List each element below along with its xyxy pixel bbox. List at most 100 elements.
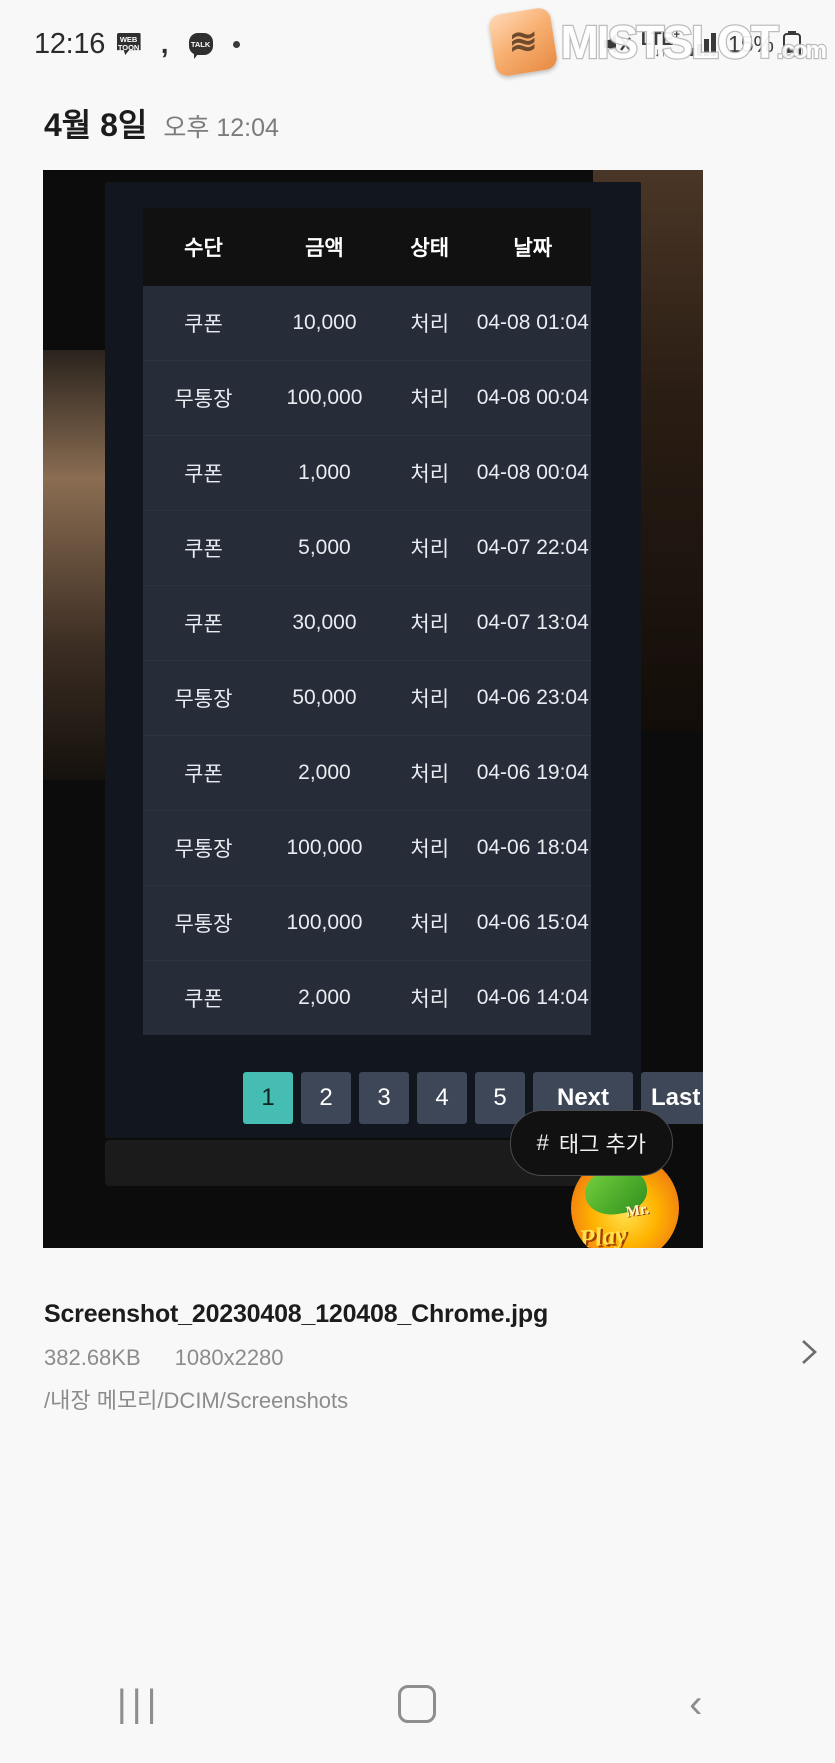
cell-date: 04-06 14:04 [474,960,591,1035]
cell-amount: 30,000 [263,585,385,661]
cell-date: 04-07 13:04 [474,585,591,661]
table-header-row: 수단 금액 상태 날짜 [143,208,591,286]
page-button-1[interactable]: 1 [243,1072,293,1124]
cell-amount: 100,000 [263,810,385,886]
table-row: 쿠폰 2,000 처리 04-06 14:04 [143,960,591,1035]
cell-amount: 100,000 [263,360,385,436]
table-row: 쿠폰 30,000 처리 04-07 13:04 [143,585,591,661]
cell-amount: 1,000 [263,435,385,511]
cell-method: 쿠폰 [143,585,264,661]
home-icon [398,1685,437,1723]
cell-status: 처리 [384,810,475,886]
status-bar-left: 12:16 WEB TOON , TALK [34,28,249,61]
table-row: 무통장 50,000 처리 04-06 23:04 [143,660,591,736]
cell-status: 처리 [384,885,475,961]
payment-table: 수단 금액 상태 날짜 쿠폰 10,000 처리 04-08 01:04 무통장 100,… [143,208,591,1035]
table-row: 무통장 100,000 처리 04-06 15:04 [143,885,591,961]
table-row: 쿠폰 2,000 처리 04-06 19:04 [143,735,591,811]
cell-date: 04-06 23:04 [474,660,591,736]
file-info: Screenshot_20230408_120408_Chrome.jpg 38… [44,1300,744,1415]
cell-method: 무통장 [143,885,264,961]
cell-method: 무통장 [143,810,264,886]
add-tag-label: 태그 추가 [558,1132,646,1157]
cell-method: 무통장 [143,660,264,736]
file-name: Screenshot_20230408_120408_Chrome.jpg [44,1300,549,1328]
battery-percent: 15% [727,30,774,57]
network-plus: + [673,29,680,41]
table-row: 쿠폰 1,000 처리 04-08 00:04 [143,435,591,511]
screen-root: 12:16 WEB TOON , TALK LTE+ ↓↑ 15% ≋ MIST… [0,0,835,1763]
status-bar-right: LTE+ ↓↑ 15% [602,30,801,58]
recents-icon: ||| [116,1682,162,1725]
battery-icon [783,31,801,57]
table-row: 무통장 100,000 처리 04-08 00:04 [143,360,591,436]
home-button[interactable] [357,1664,477,1744]
cell-status: 처리 [384,435,475,511]
cell-date: 04-08 01:04 [474,286,591,361]
mute-icon [602,31,632,57]
cell-date: 04-06 18:04 [474,810,591,886]
column-header-amount: 금액 [263,208,385,286]
cell-method: 쿠폰 [143,286,264,361]
add-tag-button[interactable]: # 태그 추가 [509,1110,673,1176]
page-button-3[interactable]: 3 [359,1072,409,1124]
system-navigation-bar: ||| ‹ [0,1645,835,1763]
cell-status: 처리 [384,660,475,736]
photo-preview[interactable]: 수단 금액 상태 날짜 쿠폰 10,000 처리 04-08 01:04 무통장 100,… [43,170,703,1248]
status-clock: 12:16 [34,27,106,60]
comma-icon: , [160,28,169,60]
page-button-2[interactable]: 2 [301,1072,351,1124]
date-label: 4월 8일 [44,107,148,143]
status-bar: 12:16 WEB TOON , TALK LTE+ ↓↑ 15% [0,0,835,88]
cell-date: 04-06 15:04 [474,885,591,961]
cell-amount: 100,000 [263,885,385,961]
cell-amount: 50,000 [263,660,385,736]
cell-status: 처리 [384,360,475,436]
cell-method: 쿠폰 [143,510,264,586]
cell-status: 처리 [384,286,475,361]
cell-amount: 10,000 [263,286,385,361]
file-size: 382.68KB [44,1345,141,1370]
cell-method: 무통장 [143,360,264,436]
payment-table-wrapper: 수단 금액 상태 날짜 쿠폰 10,000 처리 04-08 01:04 무통장 100,… [143,208,703,1124]
table-header: 수단 금액 상태 날짜 [143,208,591,286]
file-path: /내장 메모리/DCIM/Screenshots [44,1388,349,1413]
talk-icon: TALK [188,32,213,59]
cell-date: 04-06 19:04 [474,735,591,811]
cell-amount: 5,000 [263,510,385,586]
back-icon: ‹ [689,1681,703,1726]
column-header-status: 상태 [384,208,475,286]
page-button-5[interactable]: 5 [475,1072,525,1124]
file-meta: 382.68KB 1080x2280 [44,1345,744,1371]
back-button[interactable]: ‹ [636,1664,756,1744]
column-header-date: 날짜 [474,208,591,286]
time-label: 오후 12:04 [163,114,279,142]
webtoon-icon-glyph: WEB TOON [116,33,141,55]
thumbnail-brand-small: Mr. [625,1200,651,1221]
cell-amount: 2,000 [263,735,385,811]
cell-date: 04-08 00:04 [474,360,591,436]
cell-date: 04-07 22:04 [474,510,591,586]
recents-button[interactable]: ||| [79,1664,199,1744]
date-header: 4월 8일 오후 12:04 [44,100,279,146]
cell-date: 04-08 00:04 [474,435,591,511]
details-chevron-icon[interactable] [791,1335,825,1369]
page-button-4[interactable]: 4 [417,1072,467,1124]
cell-amount: 2,000 [263,960,385,1035]
table-row: 쿠폰 5,000 처리 04-07 22:04 [143,510,591,586]
webtoon-icon: WEB TOON [116,32,141,57]
cell-method: 쿠폰 [143,960,264,1035]
signal-icon [689,32,719,56]
cell-status: 처리 [384,960,475,1035]
column-header-method: 수단 [143,208,264,286]
table-body: 쿠폰 10,000 처리 04-08 01:04 무통장 100,000 처리 04-08 0… [143,286,591,1035]
cell-status: 처리 [384,735,475,811]
cell-status: 처리 [384,585,475,661]
cell-status: 처리 [384,510,475,586]
file-dimensions: 1080x2280 [174,1345,284,1370]
thumbnail-brand-big: Play [577,1219,629,1248]
table-row: 쿠폰 10,000 처리 04-08 01:04 [143,286,591,361]
table-row: 무통장 100,000 처리 04-06 18:04 [143,810,591,886]
dot-icon [224,32,249,57]
cell-method: 쿠폰 [143,735,264,811]
